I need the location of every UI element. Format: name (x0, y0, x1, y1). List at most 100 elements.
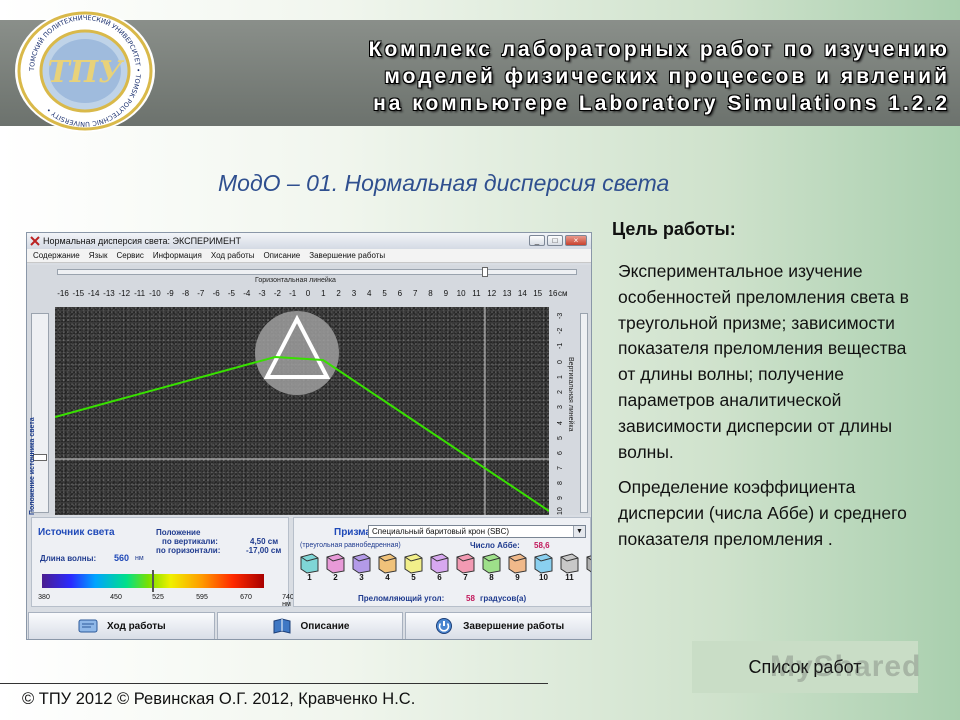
goal-text: Экспериментальное изучение особенностей … (618, 259, 918, 563)
workflow-button[interactable]: Ход работы (28, 612, 215, 639)
position-title: Положение (156, 528, 201, 537)
wavelength-tick: 670 (240, 594, 252, 601)
h-ruler-tick: -3 (258, 289, 266, 298)
v-ruler-tick: 5 (557, 435, 564, 440)
menu-item-info[interactable]: Информация (153, 249, 202, 262)
vertical-slider-track[interactable] (580, 313, 588, 513)
prism-panel: Призма Специальный баритовый крон (SBC) … (293, 517, 591, 607)
menu-item-service[interactable]: Сервис (116, 249, 143, 262)
close-button[interactable]: × (565, 235, 587, 246)
goal-paragraph-2: Определение коэффициента дисперсии (числ… (618, 477, 907, 549)
prism-option-11[interactable]: 11 (558, 552, 581, 582)
h-ruler-tick: 16 (548, 289, 558, 298)
prism-option-7[interactable]: 7 (454, 552, 477, 582)
h-ruler-tick: 14 (517, 289, 527, 298)
app-button-bar: Ход работы Описание Завершение работы (27, 611, 591, 639)
h-ruler-tick: -15 (72, 289, 85, 298)
works-list-button[interactable]: Список работ (692, 641, 918, 693)
app-window: Нормальная дисперсия света: ЭКСПЕРИМЕНТ … (26, 232, 592, 640)
v-ruler-tick: 6 (557, 450, 564, 455)
workflow-button-label: Ход работы (106, 620, 166, 632)
prism-option-4[interactable]: 4 (376, 552, 399, 582)
prism-option-number: 8 (489, 573, 494, 582)
prism-material-select[interactable]: Специальный баритовый крон (SBC) ▼ (368, 525, 586, 538)
light-source-title: Источник света (38, 527, 115, 538)
h-ruler-tick: -7 (197, 289, 205, 298)
prism-option-9[interactable]: 9 (506, 552, 529, 582)
prism-subtitle: (треугольная равнобедренная) (300, 542, 401, 549)
prism-cube-icon (352, 553, 371, 574)
prism-option-1[interactable]: 1 (298, 552, 321, 582)
prism-cube-icon (430, 553, 449, 574)
menu-item-description[interactable]: Описание (263, 249, 300, 262)
prism-option-number: 5 (411, 573, 416, 582)
v-ruler-tick: 8 (557, 480, 564, 485)
prism-selector: 1 2 3 4 5 6 7 8 9 10 11 (298, 552, 591, 582)
h-ruler-tick: 2 (336, 289, 341, 298)
h-ruler-tick: 13 (502, 289, 512, 298)
horizontal-slider-track[interactable] (57, 269, 577, 275)
beam-diagram (54, 307, 550, 515)
control-panels: Источник света Положение по вертикали: 4… (27, 517, 591, 608)
prism-option-8[interactable]: 8 (480, 552, 503, 582)
prism-option-2[interactable]: 2 (324, 552, 347, 582)
wavelength-slider-thumb[interactable] (152, 570, 154, 592)
h-ruler-tick: 0 (305, 289, 311, 298)
menu-item-language[interactable]: Язык (89, 249, 108, 262)
menu-item-contents[interactable]: Содержание (33, 249, 80, 262)
light-source-panel: Источник света Положение по вертикали: 4… (31, 517, 294, 608)
horizontal-ruler[interactable]: -16 -15 -14 -13 -12 -11 -10 -9 -8 -7 -6 -5 -4 -3 -2 -1 0… (55, 285, 557, 305)
prism-option-extra[interactable] (584, 552, 591, 582)
prism-cube-icon (404, 553, 423, 574)
prism-option-number: 7 (463, 573, 468, 582)
menu-item-finish[interactable]: Завершение работы (309, 249, 385, 262)
menu-item-workflow[interactable]: Ход работы (211, 249, 255, 262)
section-title: МодО – 01. Нормальная дисперсия света (218, 170, 670, 196)
prism-option-number: 9 (515, 573, 520, 582)
h-ruler-tick: -4 (243, 289, 251, 298)
experiment-area: Горизонтальная линейка -16 -15 -14 -13 -12 -1… (27, 265, 591, 515)
prism-option-10[interactable]: 10 (532, 552, 555, 582)
h-ruler-tick: 12 (487, 289, 497, 298)
h-ruler-tick: -14 (87, 289, 100, 298)
v-ruler-tick: -2 (557, 327, 564, 335)
h-ruler-tick: 11 (472, 289, 481, 298)
experiment-field (54, 307, 550, 515)
svg-text:ТПУ: ТПУ (47, 55, 125, 90)
prism-cube-icon (586, 555, 591, 573)
v-ruler-tick: 9 (557, 496, 564, 500)
prism-option-5[interactable]: 5 (402, 552, 425, 582)
h-ruler-tick: -1 (289, 289, 297, 298)
prism-option-number: 2 (333, 573, 338, 582)
prism-option-6[interactable]: 6 (428, 552, 451, 582)
vertical-position-label: по вертикали: (162, 537, 218, 546)
horizontal-slider-thumb[interactable] (482, 267, 488, 277)
prism-cube-icon (534, 553, 553, 574)
description-button[interactable]: Описание (216, 612, 404, 639)
maximize-button[interactable]: □ (547, 235, 563, 246)
wavelength-unit: нм (135, 555, 144, 562)
window-controls: _ □ × (529, 235, 587, 246)
h-ruler-tick: 5 (382, 289, 387, 298)
wavelength-tick: 450 (110, 594, 122, 601)
h-ruler-tick: -13 (103, 289, 115, 298)
description-button-label: Описание (300, 620, 350, 632)
wavelength-tick: 525 (152, 594, 164, 601)
vertical-ruler-label: Вертикальная линейка (567, 357, 574, 432)
header-title-line-2: моделей физических процессов и явлений (384, 65, 950, 88)
v-ruler-tick: 1 (557, 375, 564, 380)
h-ruler-tick: 6 (397, 289, 403, 298)
refracting-angle-unit: градусов(а) (480, 594, 527, 603)
prism-cube-icon (378, 553, 397, 574)
prism-option-number: 10 (539, 573, 548, 582)
prism-option-3[interactable]: 3 (350, 552, 373, 582)
chevron-down-icon[interactable]: ▼ (573, 526, 585, 537)
v-ruler-tick: -3 (557, 312, 564, 319)
app-icon (30, 236, 40, 246)
cm-label: см (558, 289, 568, 298)
h-ruler-tick: 9 (443, 289, 449, 298)
minimize-button[interactable]: _ (529, 235, 545, 246)
finish-button[interactable]: Завершение работы (405, 612, 591, 639)
horizontal-ruler-label: Горизонтальная линейка (255, 277, 336, 284)
h-ruler-tick: -9 (166, 289, 174, 298)
